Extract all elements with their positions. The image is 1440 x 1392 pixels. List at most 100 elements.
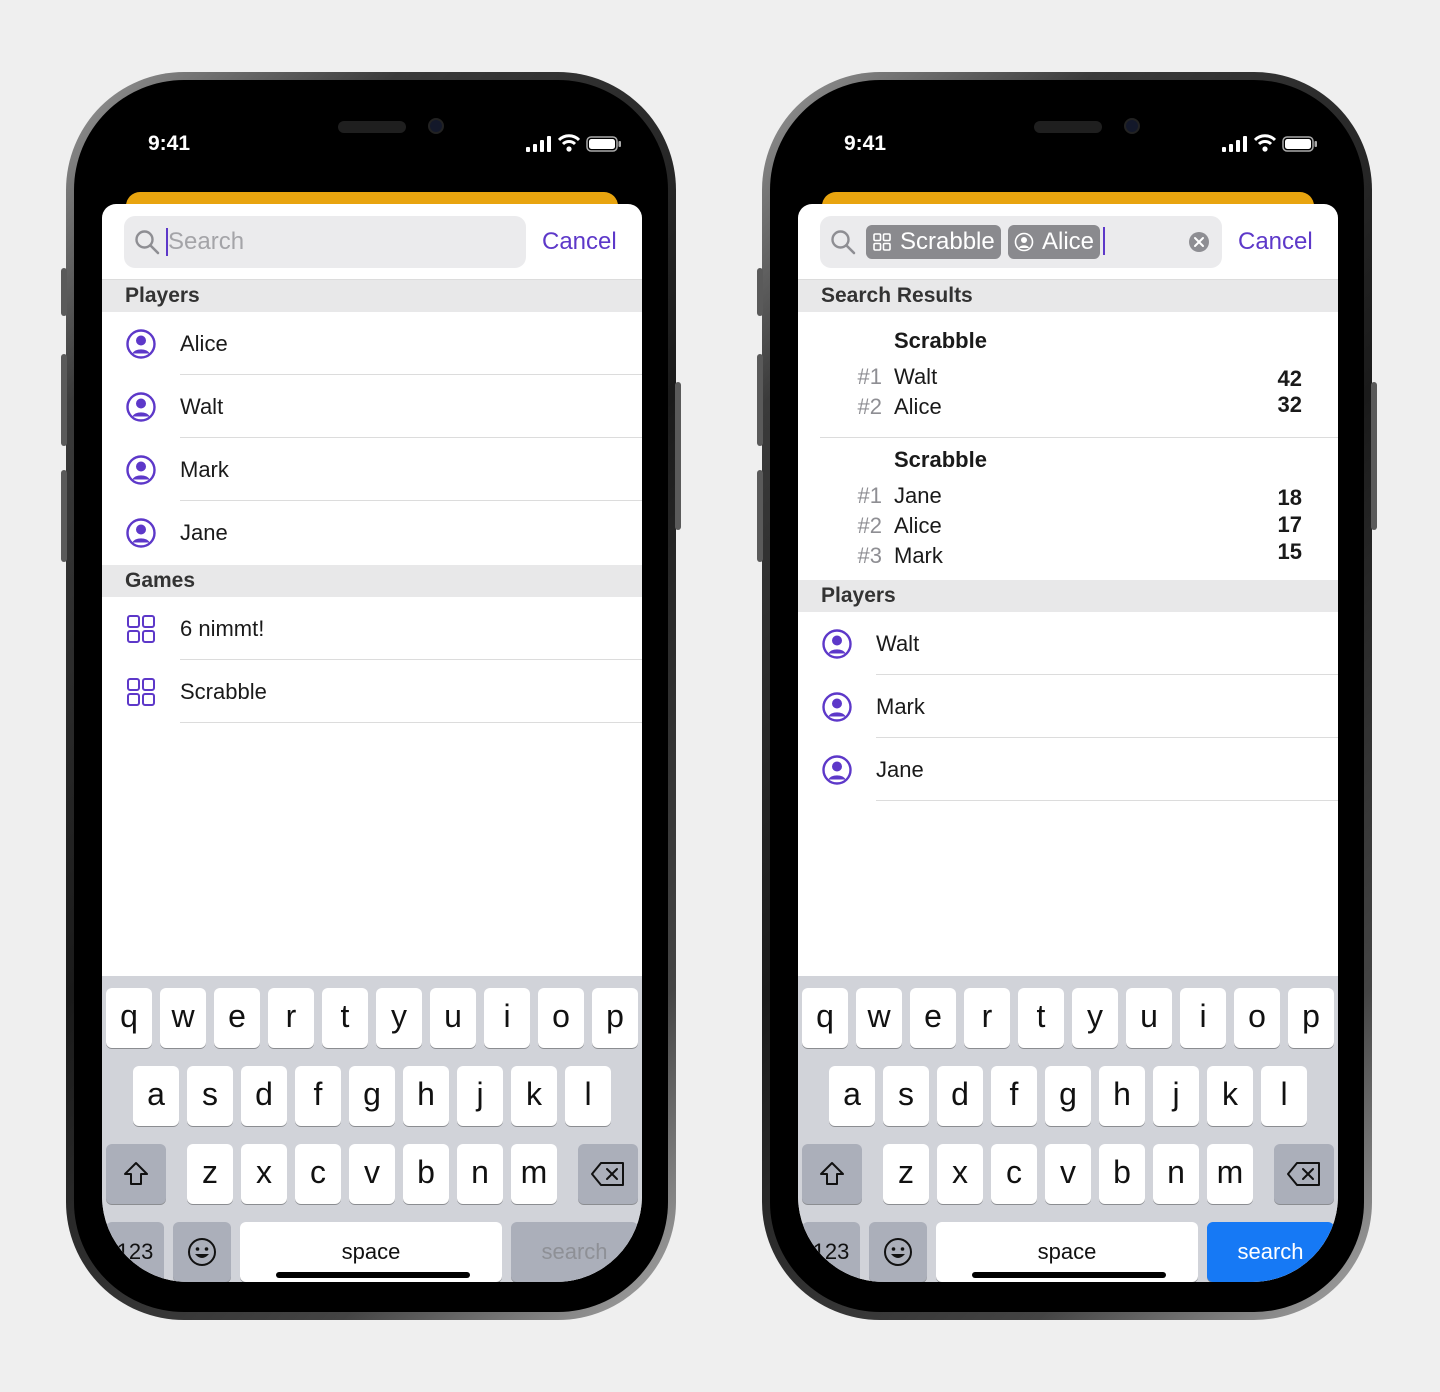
key-z[interactable]: z <box>883 1144 929 1204</box>
search-key[interactable]: search <box>511 1222 638 1282</box>
key-w[interactable]: w <box>160 988 206 1048</box>
home-indicator[interactable] <box>276 1272 470 1278</box>
section-header-results: Search Results <box>798 280 1338 312</box>
key-d[interactable]: d <box>241 1066 287 1126</box>
key-f[interactable]: f <box>295 1066 341 1126</box>
key-s[interactable]: s <box>187 1066 233 1126</box>
rank-label: #1 <box>857 483 882 508</box>
key-x[interactable]: x <box>241 1144 287 1204</box>
key-z[interactable]: z <box>187 1144 233 1204</box>
list-item[interactable]: Walt <box>102 375 642 438</box>
backspace-icon <box>591 1162 624 1186</box>
key-i[interactable]: i <box>1180 988 1226 1048</box>
list-item[interactable]: Alice <box>102 312 642 375</box>
key-q[interactable]: q <box>802 988 848 1048</box>
numbers-key[interactable]: 123 <box>106 1222 164 1282</box>
emoji-key[interactable] <box>869 1222 927 1282</box>
list-item[interactable]: Mark <box>798 675 1338 738</box>
clear-icon[interactable] <box>1188 231 1210 253</box>
key-c[interactable]: c <box>991 1144 1037 1204</box>
key-g[interactable]: g <box>1045 1066 1091 1126</box>
player-name: Jane <box>876 757 924 782</box>
key-w[interactable]: w <box>856 988 902 1048</box>
key-c[interactable]: c <box>295 1144 341 1204</box>
rank-player: Alice <box>894 394 942 419</box>
key-k[interactable]: k <box>511 1066 557 1126</box>
key-m[interactable]: m <box>1207 1144 1253 1204</box>
key-j[interactable]: j <box>457 1066 503 1126</box>
search-token-player[interactable]: Alice <box>1008 225 1101 259</box>
key-t[interactable]: t <box>322 988 368 1048</box>
search-field[interactable]: Search <box>124 216 526 268</box>
search-field[interactable]: Scrabble Alice <box>820 216 1222 268</box>
person-circle-icon <box>126 518 156 548</box>
list-item[interactable]: Scrabble <box>102 660 642 723</box>
cancel-button[interactable]: Cancel <box>542 228 617 256</box>
backspace-key[interactable] <box>1274 1144 1334 1204</box>
key-k[interactable]: k <box>1207 1066 1253 1126</box>
key-d[interactable]: d <box>937 1066 983 1126</box>
key-i[interactable]: i <box>484 988 530 1048</box>
key-r[interactable]: r <box>964 988 1010 1048</box>
search-token-game[interactable]: Scrabble <box>866 225 1001 259</box>
wifi-icon <box>1254 134 1276 152</box>
key-v[interactable]: v <box>1045 1144 1091 1204</box>
shift-icon <box>124 1162 148 1185</box>
key-l[interactable]: l <box>565 1066 611 1126</box>
key-a[interactable]: a <box>133 1066 179 1126</box>
key-u[interactable]: u <box>430 988 476 1048</box>
key-f[interactable]: f <box>991 1066 1037 1126</box>
key-b[interactable]: b <box>1099 1144 1145 1204</box>
player-name: Mark <box>180 457 229 482</box>
screen: 9:41 <box>102 88 642 1282</box>
game-name: 6 nimmt! <box>180 616 265 641</box>
search-key[interactable]: search <box>1207 1222 1334 1282</box>
key-r[interactable]: r <box>268 988 314 1048</box>
shift-key[interactable] <box>106 1144 166 1204</box>
key-e[interactable]: e <box>214 988 260 1048</box>
key-b[interactable]: b <box>403 1144 449 1204</box>
battery-icon <box>586 136 621 152</box>
key-g[interactable]: g <box>349 1066 395 1126</box>
key-e[interactable]: e <box>910 988 956 1048</box>
key-h[interactable]: h <box>1099 1066 1145 1126</box>
key-p[interactable]: p <box>592 988 638 1048</box>
list-item[interactable]: Walt <box>798 612 1338 675</box>
key-s[interactable]: s <box>883 1066 929 1126</box>
battery-icon <box>1282 136 1317 152</box>
search-placeholder: Search <box>168 228 245 255</box>
key-y[interactable]: y <box>1072 988 1118 1048</box>
key-q[interactable]: q <box>106 988 152 1048</box>
key-j[interactable]: j <box>1153 1066 1199 1126</box>
section-header-players: Players <box>102 280 642 312</box>
key-n[interactable]: n <box>457 1144 503 1204</box>
result-rank-row: #1 Jane 18 <box>798 483 1338 513</box>
emoji-key[interactable] <box>173 1222 231 1282</box>
emoji-icon <box>188 1238 216 1266</box>
backspace-key[interactable] <box>578 1144 638 1204</box>
result-rank-row: #3 Mark 15 <box>798 539 1338 573</box>
list-item[interactable]: Jane <box>798 738 1338 801</box>
numbers-key[interactable]: 123 <box>802 1222 860 1282</box>
key-p[interactable]: p <box>1288 988 1334 1048</box>
key-x[interactable]: x <box>937 1144 983 1204</box>
keyboard: q w e r t y u i o p a s d f g h j k l z … <box>102 976 642 1282</box>
list-item[interactable]: 6 nimmt! <box>102 597 642 660</box>
rank-player: Alice <box>894 513 942 538</box>
key-o[interactable]: o <box>1234 988 1280 1048</box>
shift-key[interactable] <box>802 1144 862 1204</box>
key-u[interactable]: u <box>1126 988 1172 1048</box>
key-h[interactable]: h <box>403 1066 449 1126</box>
key-a[interactable]: a <box>829 1066 875 1126</box>
key-t[interactable]: t <box>1018 988 1064 1048</box>
key-o[interactable]: o <box>538 988 584 1048</box>
list-item[interactable]: Mark <box>102 438 642 501</box>
list-item[interactable]: Jane <box>102 501 642 564</box>
home-indicator[interactable] <box>972 1272 1166 1278</box>
key-m[interactable]: m <box>511 1144 557 1204</box>
key-y[interactable]: y <box>376 988 422 1048</box>
cancel-button[interactable]: Cancel <box>1238 228 1313 256</box>
key-v[interactable]: v <box>349 1144 395 1204</box>
key-l[interactable]: l <box>1261 1066 1307 1126</box>
key-n[interactable]: n <box>1153 1144 1199 1204</box>
